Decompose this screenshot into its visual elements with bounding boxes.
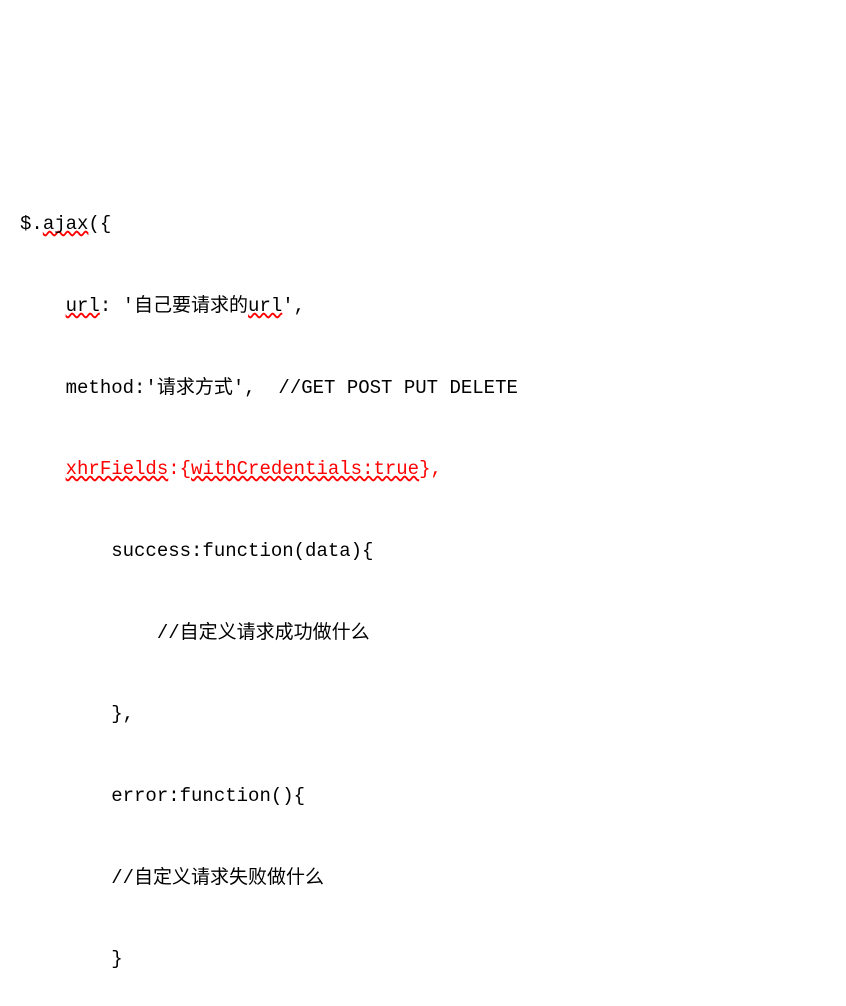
spellcheck-word: ajax xyxy=(43,213,89,235)
text: :{ xyxy=(168,458,191,480)
text: //自定义请求成功做什么 xyxy=(20,622,370,644)
text: }, xyxy=(20,703,134,725)
code-line-10: } xyxy=(20,939,846,980)
indent xyxy=(20,295,66,317)
code-line-5: success:function(data){ xyxy=(20,531,846,572)
code-line-7: }, xyxy=(20,694,846,735)
text: //自定义请求失败做什么 xyxy=(20,867,324,889)
text: ({ xyxy=(88,213,111,235)
code-line-4-highlighted: xhrFields:{withCredentials:true}, xyxy=(20,449,846,490)
indent xyxy=(20,458,66,480)
code-snippet: $.ajax({ url: '自己要请求的url', method:'请求方式'… xyxy=(0,163,846,1006)
spellcheck-word: withCredentials:true xyxy=(191,458,419,480)
code-line-3: method:'请求方式', //GET POST PUT DELETE xyxy=(20,368,846,409)
code-line-1: $.ajax({ xyxy=(20,204,846,245)
text: : '自己要请求的 xyxy=(100,295,248,317)
text: $. xyxy=(20,213,43,235)
text: method:'请求方式', //GET POST PUT DELETE xyxy=(20,377,518,399)
spellcheck-word: xhrFields xyxy=(66,458,169,480)
code-line-9: //自定义请求失败做什么 xyxy=(20,858,846,899)
spellcheck-word: url xyxy=(66,295,100,317)
text: error:function(){ xyxy=(20,785,305,807)
text: }, xyxy=(419,458,442,480)
code-line-2: url: '自己要请求的url', xyxy=(20,286,846,327)
text: } xyxy=(20,948,123,970)
spellcheck-word: url xyxy=(248,295,282,317)
code-line-6: //自定义请求成功做什么 xyxy=(20,613,846,654)
text: success:function(data){ xyxy=(20,540,373,562)
text: ', xyxy=(282,295,305,317)
code-line-8: error:function(){ xyxy=(20,776,846,817)
